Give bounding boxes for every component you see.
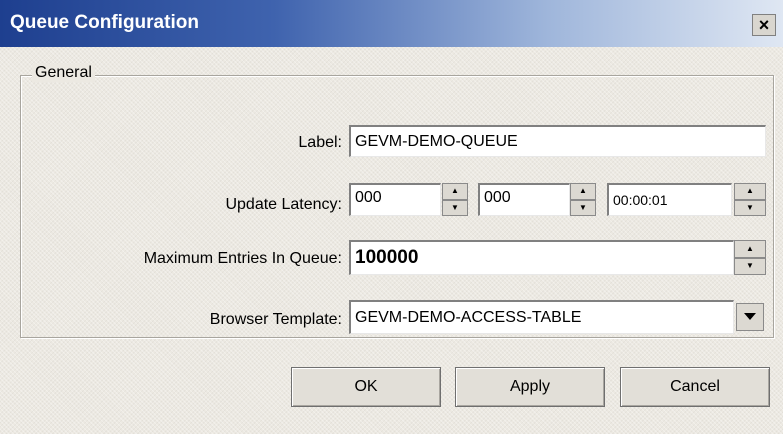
chevron-down-icon [744, 313, 756, 320]
spin-up-icon[interactable]: ▲ [570, 183, 596, 200]
max-entries-caption: Maximum Entries In Queue: [143, 250, 342, 267]
queue-configuration-dialog: Queue Configuration × General Label: GEV… [0, 0, 783, 434]
apply-button[interactable]: Apply [455, 367, 605, 407]
spin-down-icon[interactable]: ▼ [570, 199, 596, 216]
dropdown-button[interactable] [736, 303, 764, 331]
cancel-button[interactable]: Cancel [620, 367, 770, 407]
spin-down-icon[interactable]: ▼ [442, 199, 468, 216]
browser-template-caption: Browser Template: [209, 311, 342, 328]
latency-time-spinner[interactable]: ▲ ▼ [734, 183, 766, 216]
ok-button[interactable]: OK [291, 367, 441, 407]
max-entries-spinner[interactable]: ▲ ▼ [734, 240, 766, 275]
latency-hours-spinner[interactable]: ▲ ▼ [570, 183, 596, 216]
latency-days-input[interactable]: 000 [349, 183, 441, 216]
dialog-title: Queue Configuration [10, 12, 199, 33]
group-title: General [32, 64, 95, 82]
latency-time-input[interactable]: 00:00:01 [607, 183, 732, 216]
close-icon: × [758, 14, 770, 35]
close-button[interactable]: × [752, 14, 776, 36]
spin-down-icon[interactable]: ▼ [734, 257, 766, 275]
max-entries-input[interactable]: 100000 [349, 240, 734, 275]
latency-hours-input[interactable]: 000 [478, 183, 570, 216]
spin-up-icon[interactable]: ▲ [734, 183, 766, 200]
update-latency-caption: Update Latency: [225, 196, 342, 213]
title-bar[interactable]: Queue Configuration × [0, 0, 783, 47]
browser-template-select[interactable]: GEVM-DEMO-ACCESS-TABLE [349, 300, 734, 334]
label-caption: Label: [298, 134, 342, 151]
spin-down-icon[interactable]: ▼ [734, 199, 766, 216]
latency-days-spinner[interactable]: ▲ ▼ [442, 183, 468, 216]
spin-up-icon[interactable]: ▲ [734, 240, 766, 258]
label-input[interactable]: GEVM-DEMO-QUEUE [349, 125, 766, 157]
spin-up-icon[interactable]: ▲ [442, 183, 468, 200]
